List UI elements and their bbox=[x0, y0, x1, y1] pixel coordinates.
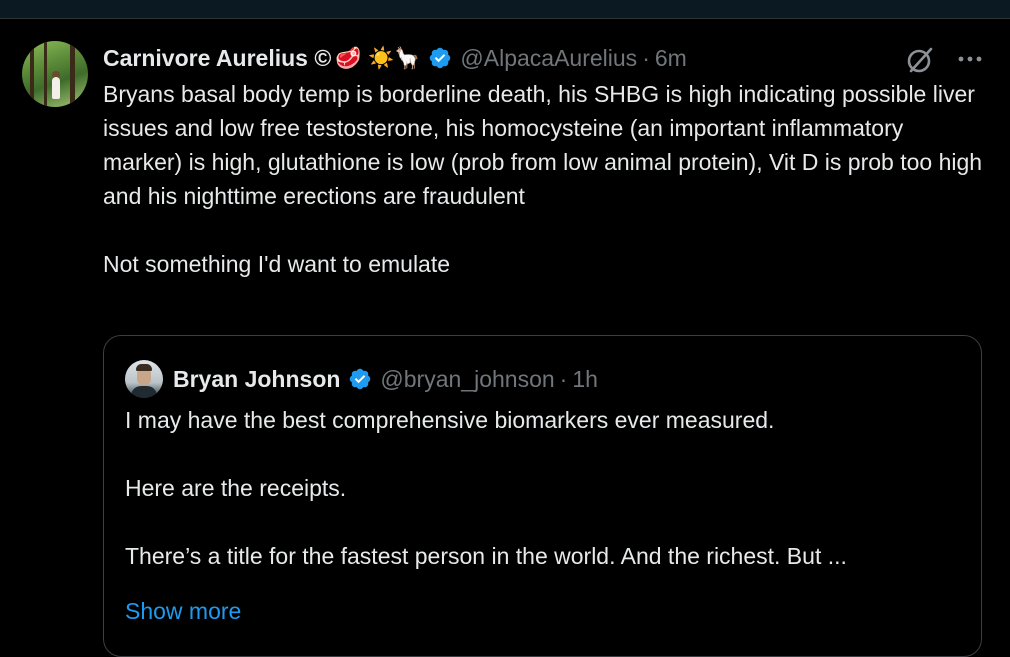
author-handle[interactable]: @AlpacaAurelius bbox=[460, 45, 637, 72]
quoted-author-avatar[interactable] bbox=[125, 360, 163, 398]
more-icon[interactable] bbox=[956, 47, 984, 71]
quoted-tweet-header: Bryan Johnson @bryan_johnson · 1h bbox=[173, 364, 598, 394]
tweet-timestamp[interactable]: 6m bbox=[655, 45, 687, 72]
tweet-text: Bryans basal body temp is borderline dea… bbox=[103, 81, 983, 277]
author-avatar[interactable] bbox=[22, 41, 88, 107]
verified-badge-icon bbox=[350, 368, 371, 390]
quoted-author-handle[interactable]: @bryan_johnson bbox=[380, 366, 554, 393]
author-display-name[interactable]: Carnivore Aurelius © bbox=[103, 45, 331, 72]
show-more-link[interactable]: Show more bbox=[125, 594, 241, 628]
top-bar bbox=[0, 0, 1010, 19]
verified-badge-icon bbox=[430, 47, 451, 69]
quoted-tweet-text: I may have the best comprehensive biomar… bbox=[125, 407, 847, 569]
tweet[interactable]: Carnivore Aurelius © 🥩 ☀️🦙 @AlpacaAureli… bbox=[0, 19, 1010, 657]
quoted-header-separator: · bbox=[559, 365, 568, 392]
grok-icon[interactable] bbox=[905, 45, 935, 75]
author-name-emojis: 🥩 ☀️🦙 bbox=[335, 45, 421, 70]
tweet-header: Carnivore Aurelius © 🥩 ☀️🦙 @AlpacaAureli… bbox=[103, 43, 687, 73]
header-separator: · bbox=[642, 44, 650, 71]
quoted-tweet-timestamp[interactable]: 1h bbox=[572, 366, 598, 393]
quoted-tweet[interactable]: Bryan Johnson @bryan_johnson · 1h I may … bbox=[103, 335, 982, 657]
quoted-author-display-name[interactable]: Bryan Johnson bbox=[173, 366, 340, 393]
